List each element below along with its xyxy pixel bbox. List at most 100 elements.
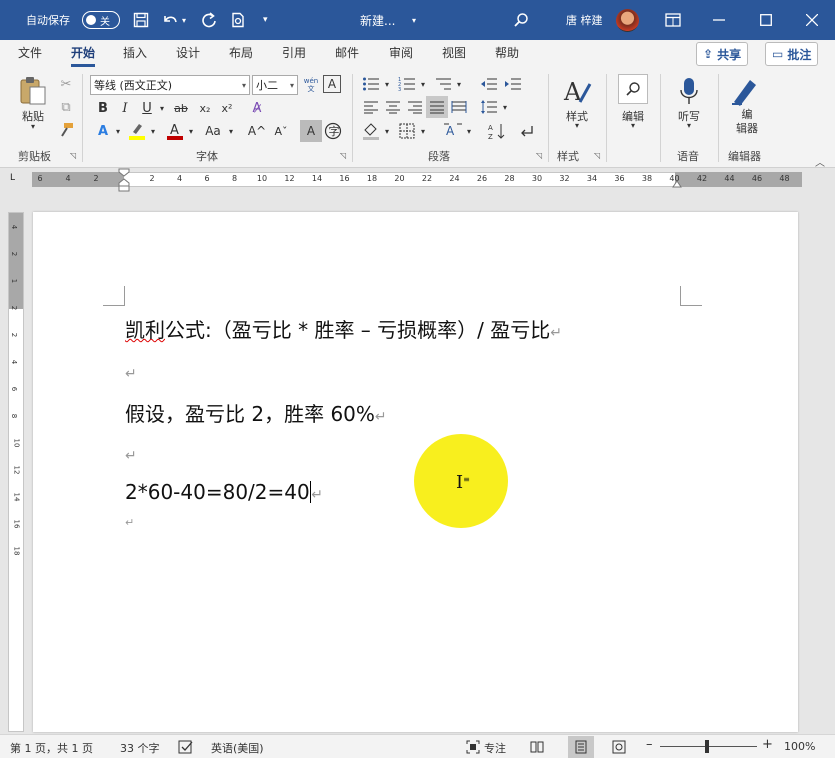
- zoom-in-button[interactable]: +: [762, 737, 773, 752]
- page-count[interactable]: 第 1 页，共 1 页: [10, 740, 93, 756]
- paragraph-line-1[interactable]: 凯利公式:（盈亏比 * 胜率 – 亏损概率）/ 盈亏比↵: [125, 314, 562, 343]
- font-name-select[interactable]: 等线 (西文正文) ▾: [90, 75, 250, 95]
- shrink-font-button[interactable]: Aˇ: [270, 120, 292, 142]
- paragraph-launcher-icon[interactable]: ◹: [536, 151, 542, 160]
- zoom-out-button[interactable]: –: [646, 737, 653, 752]
- find-icon[interactable]: [618, 74, 648, 104]
- document-title[interactable]: 新建...: [360, 0, 395, 40]
- tab-insert[interactable]: 插入: [123, 44, 147, 61]
- align-center-icon[interactable]: [382, 96, 404, 118]
- font-color-dropdown-icon[interactable]: ▾: [186, 120, 196, 142]
- tab-review[interactable]: 审阅: [389, 44, 413, 61]
- share-button[interactable]: ⇪ 共享: [696, 42, 749, 66]
- increase-indent-icon[interactable]: [502, 73, 524, 95]
- tab-design[interactable]: 设计: [176, 44, 200, 61]
- editor-icon[interactable]: [728, 74, 762, 108]
- tab-file[interactable]: 文件: [18, 44, 42, 61]
- ribbon-display-icon[interactable]: [665, 0, 681, 40]
- character-shading-icon[interactable]: A: [300, 120, 322, 142]
- text-effects-dropdown-icon[interactable]: ▾: [113, 120, 123, 142]
- clipboard-launcher-icon[interactable]: ◹: [70, 151, 76, 160]
- change-case-button[interactable]: Aa: [200, 120, 226, 142]
- comments-button[interactable]: ▭ 批注: [765, 42, 819, 66]
- proofing-icon[interactable]: [178, 740, 194, 757]
- indent-marker-icon[interactable]: [118, 168, 130, 192]
- asian-layout-dropdown-icon[interactable]: ▾: [464, 120, 474, 142]
- sort-icon[interactable]: AZ: [486, 120, 508, 142]
- distributed-icon[interactable]: [448, 96, 470, 118]
- font-size-select[interactable]: 小二 ▾: [252, 75, 298, 95]
- superscript-button[interactable]: x²: [216, 97, 238, 119]
- vertical-ruler[interactable]: 4 2 1 2 2 4 6 8 10 12 14 16 18: [8, 212, 24, 732]
- asian-layout-icon[interactable]: A: [442, 120, 464, 142]
- change-case-dropdown-icon[interactable]: ▾: [226, 120, 236, 142]
- underline-button[interactable]: U: [136, 97, 158, 119]
- justify-icon[interactable]: [426, 96, 448, 118]
- tab-home[interactable]: 开始: [71, 44, 96, 67]
- paragraph-line-5[interactable]: 2*60-40=80/2=40 ↵: [125, 480, 323, 504]
- tab-view[interactable]: 视图: [442, 44, 466, 61]
- numbering-dropdown-icon[interactable]: ▾: [418, 73, 428, 95]
- enclose-characters-icon[interactable]: 字: [322, 120, 344, 142]
- bullets-icon[interactable]: [360, 73, 382, 95]
- format-painter-icon[interactable]: [55, 119, 77, 141]
- styles-dropdown-icon[interactable]: ▾: [570, 121, 584, 130]
- character-border-icon[interactable]: A: [323, 75, 341, 93]
- paste-dropdown-icon[interactable]: ▾: [26, 122, 40, 131]
- read-mode-icon[interactable]: [530, 740, 544, 757]
- paragraph-line-2[interactable]: ↵: [125, 359, 137, 383]
- text-effects-icon[interactable]: A: [92, 120, 114, 142]
- multilevel-dropdown-icon[interactable]: ▾: [454, 73, 464, 95]
- maximize-icon[interactable]: [760, 0, 772, 40]
- grow-font-button[interactable]: A^: [246, 120, 268, 142]
- print-layout-icon[interactable]: [574, 740, 588, 757]
- shading-icon[interactable]: [360, 120, 382, 142]
- microphone-icon[interactable]: [674, 74, 704, 108]
- shading-dropdown-icon[interactable]: ▾: [382, 120, 392, 142]
- borders-icon[interactable]: [396, 120, 418, 142]
- borders-dropdown-icon[interactable]: ▾: [418, 120, 428, 142]
- autosave-toggle[interactable]: 关: [82, 11, 120, 29]
- close-icon[interactable]: [806, 0, 818, 40]
- subscript-button[interactable]: x₂: [194, 97, 216, 119]
- align-right-icon[interactable]: [404, 96, 426, 118]
- strikethrough-button[interactable]: ab: [170, 97, 192, 119]
- decrease-indent-icon[interactable]: [478, 73, 500, 95]
- highlighter-dropdown-icon[interactable]: ▾: [148, 120, 158, 142]
- bold-button[interactable]: B: [92, 97, 114, 119]
- clear-formatting-icon[interactable]: A̷: [246, 97, 268, 119]
- misspelled-word[interactable]: 凯利: [125, 318, 165, 342]
- zoom-level[interactable]: 100%: [784, 740, 815, 753]
- undo-dropdown-icon[interactable]: ▾: [182, 0, 186, 40]
- focus-label[interactable]: 专注: [484, 740, 506, 756]
- italic-button[interactable]: I: [114, 97, 136, 119]
- copy-icon[interactable]: ⧉: [55, 96, 77, 118]
- search-icon[interactable]: [513, 0, 529, 40]
- styles-launcher-icon[interactable]: ◹: [594, 151, 600, 160]
- redo-icon[interactable]: [200, 0, 218, 40]
- highlighter-icon[interactable]: [126, 120, 148, 142]
- styles-icon[interactable]: A: [560, 74, 594, 108]
- save-icon[interactable]: [133, 0, 149, 40]
- tab-selector-icon[interactable]: L: [10, 173, 15, 183]
- avatar[interactable]: [616, 9, 639, 32]
- language-status[interactable]: 英语(美国): [211, 740, 264, 756]
- customize-toolbar-icon[interactable]: ▾: [263, 0, 268, 40]
- paragraph-line-6[interactable]: ↵: [125, 516, 134, 529]
- paragraph-line-3[interactable]: 假设，盈亏比 2，胜率 60%↵: [125, 398, 387, 427]
- collapse-ribbon-icon[interactable]: ︿: [815, 154, 825, 169]
- paragraph-line-4[interactable]: ↵: [125, 441, 137, 465]
- tab-references[interactable]: 引用: [282, 44, 306, 61]
- line-spacing-icon[interactable]: [478, 96, 500, 118]
- bullets-dropdown-icon[interactable]: ▾: [382, 73, 392, 95]
- title-dropdown-icon[interactable]: ▾: [412, 0, 416, 40]
- dictate-dropdown-icon[interactable]: ▾: [682, 121, 696, 130]
- minimize-icon[interactable]: [713, 0, 725, 40]
- tab-mailings[interactable]: 邮件: [335, 44, 359, 61]
- phonetic-guide-icon[interactable]: wén 文: [302, 75, 320, 95]
- zoom-slider-thumb[interactable]: [705, 740, 709, 753]
- numbering-icon[interactable]: 123: [396, 73, 418, 95]
- tab-layout[interactable]: 布局: [229, 44, 253, 61]
- horizontal-ruler[interactable]: L 6 4 2 2 4 6 8 10 12 14 16 18 20 22 24 26 28 30 32 34 36 38 4…: [0, 168, 835, 192]
- editor-label[interactable]: 编 辑器: [728, 108, 766, 136]
